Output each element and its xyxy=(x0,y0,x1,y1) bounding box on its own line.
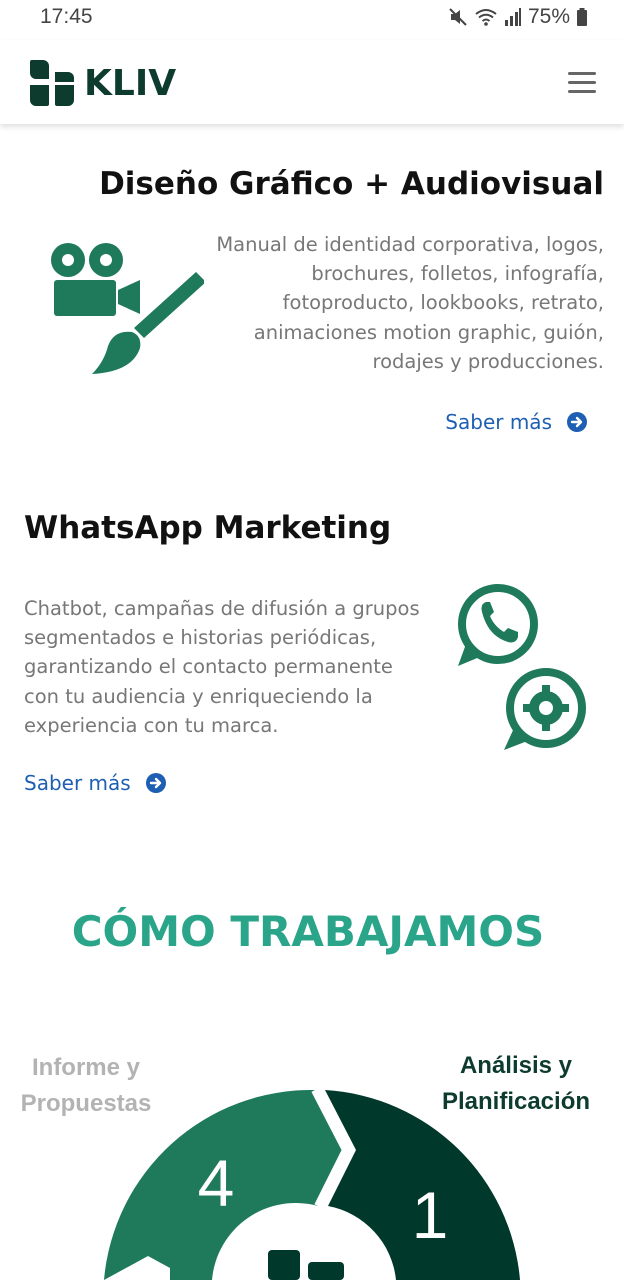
saber-mas-label: Saber más xyxy=(445,410,552,434)
site-header: KLIV xyxy=(0,40,624,124)
logo[interactable]: KLIV xyxy=(28,58,176,108)
saber-mas-link[interactable]: Saber más xyxy=(24,771,167,795)
menu-line xyxy=(568,90,596,93)
logo-text: KLIV xyxy=(84,62,177,104)
wifi-icon xyxy=(475,9,497,26)
mute-icon xyxy=(449,8,467,26)
status-time: 17:45 xyxy=(40,5,93,28)
section-title: CÓMO TRABAJAMOS xyxy=(71,907,545,956)
process-wheel: 4 1 xyxy=(104,1088,520,1280)
menu-line xyxy=(568,72,596,75)
service-description: Manual de identidad corporativa, logos, … xyxy=(216,233,604,373)
logo-mark-icon xyxy=(30,60,74,106)
battery-icon xyxy=(577,8,587,26)
hamburger-menu-button[interactable] xyxy=(568,72,596,94)
saber-mas-link[interactable]: Saber más xyxy=(445,410,588,434)
camera-brush-icon xyxy=(51,243,204,374)
signal-icon xyxy=(504,8,521,26)
arrow-right-circle-icon xyxy=(567,412,587,432)
whatsapp-gear-icon xyxy=(458,584,586,750)
arrow-right-circle-icon xyxy=(145,773,166,793)
menu-line xyxy=(568,81,596,84)
service-description: Chatbot, campañas de difusión a grupos s… xyxy=(24,597,420,737)
battery-percent: 75% xyxy=(527,5,570,28)
saber-mas-label: Saber más xyxy=(24,771,131,795)
service-title: WhatsApp Marketing xyxy=(24,510,392,546)
step-1-number: 1 xyxy=(412,1178,449,1252)
status-icons: 75% xyxy=(448,5,588,29)
service-title: Diseño Gráfico + Audiovisual xyxy=(99,166,604,202)
step-4-number: 4 xyxy=(198,1146,235,1220)
status-bar: 17:45 75% xyxy=(0,0,624,36)
